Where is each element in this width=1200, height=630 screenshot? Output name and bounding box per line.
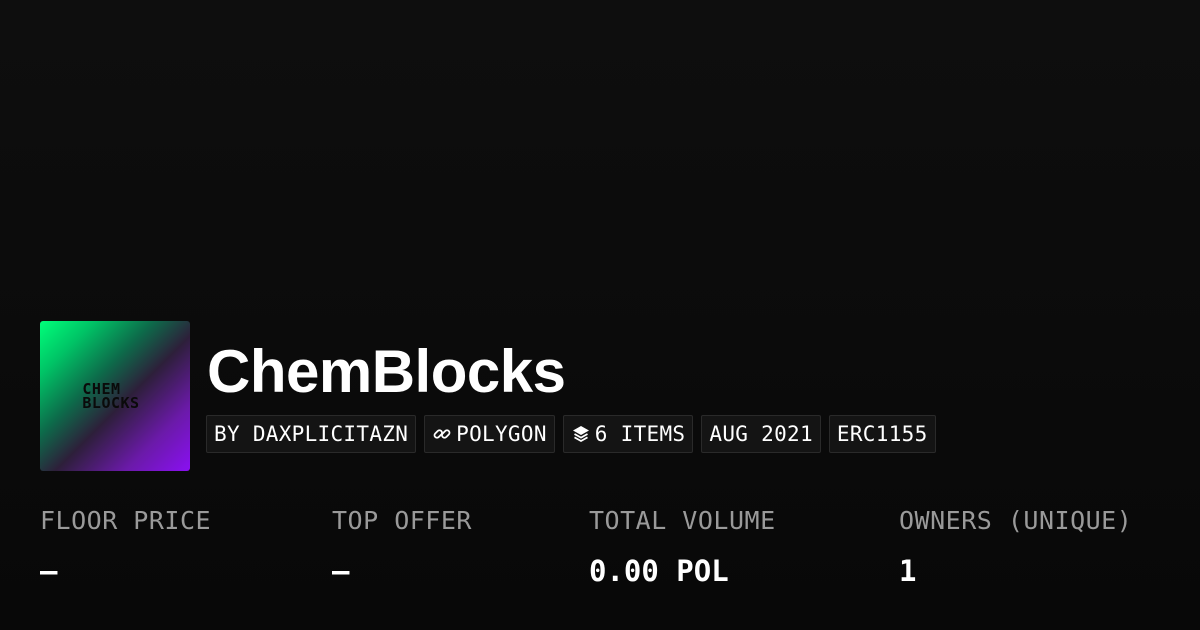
standard-chip: ERC1155 — [828, 415, 936, 453]
floor-price-label: FLOOR PRICE — [40, 506, 212, 535]
stat-owners: OWNERS (UNIQUE) 1 — [899, 506, 1132, 588]
total-volume-value: 0.00 POL — [589, 554, 729, 588]
collection-avatar: CHEM BLOCKS — [40, 321, 190, 471]
stat-floor-price: FLOOR PRICE – — [40, 506, 211, 588]
standard-label: ERC1155 — [836, 422, 928, 446]
floor-price-value: – — [40, 554, 58, 588]
stat-top-offer: TOP OFFER – — [332, 506, 472, 588]
date-chip: AUG 2021 — [701, 415, 821, 453]
items-label: 6 ITEMS — [594, 422, 686, 446]
collection-title: ChemBlocks — [207, 338, 566, 405]
layers-icon — [571, 424, 591, 444]
chain-label: POLYGON — [456, 422, 547, 446]
creator-chip[interactable]: BY DAXPLICITAZN — [206, 415, 417, 453]
top-offer-value: – — [332, 554, 350, 588]
items-chip[interactable]: 6 ITEMS — [562, 415, 694, 453]
stat-total-volume: TOTAL VOLUME 0.00 POL — [589, 506, 776, 588]
date-label: AUG 2021 — [709, 422, 813, 446]
chain-chip[interactable]: POLYGON — [424, 415, 555, 453]
creator-label: BY DAXPLICITAZN — [214, 422, 409, 446]
owners-value: 1 — [899, 554, 917, 588]
collection-chips: BY DAXPLICITAZN POLYGON 6 ITEMS AUG 2021… — [206, 415, 936, 453]
owners-label: OWNERS (UNIQUE) — [899, 506, 1133, 535]
total-volume-label: TOTAL VOLUME — [589, 506, 776, 535]
link-icon — [432, 424, 452, 444]
avatar-logo-text: CHEM BLOCKS — [82, 380, 140, 412]
top-offer-label: TOP OFFER — [332, 506, 472, 535]
